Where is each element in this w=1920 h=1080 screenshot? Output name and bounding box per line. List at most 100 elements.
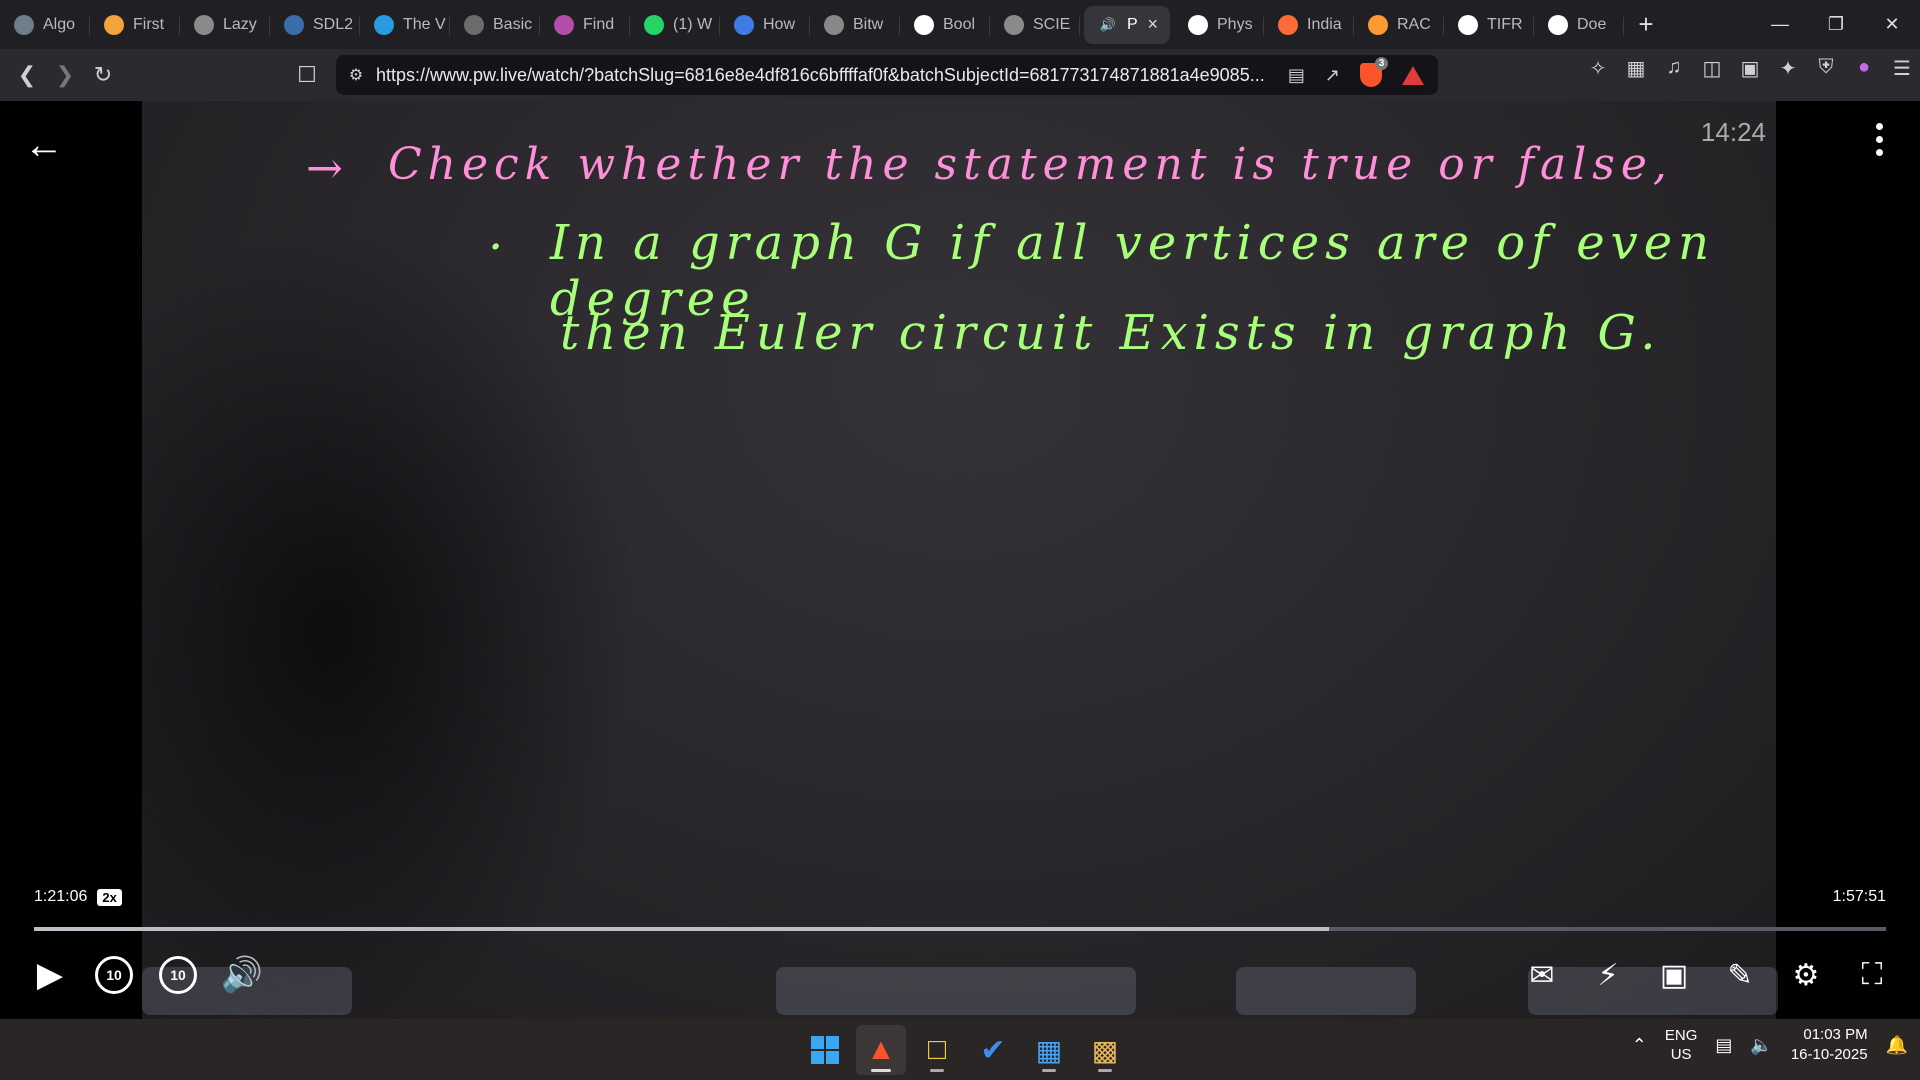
language-indicator[interactable]: ENG US bbox=[1665, 1026, 1698, 1064]
seek-bar[interactable] bbox=[34, 927, 1886, 931]
browser-tab[interactable]: Doe bbox=[1534, 6, 1624, 44]
taskbar: ▲ □ ✔ ▦ ▩ ⌃ ENG US ▤ 🔈 01:03 PM 16-10-20… bbox=[0, 1019, 1920, 1080]
tab-strip: Algo First Lazy SDL2 The V Basic Find (1) W How B… bbox=[0, 0, 1920, 49]
browser-tab[interactable]: How bbox=[720, 6, 810, 44]
taskbar-todo[interactable]: ✔ bbox=[968, 1025, 1018, 1075]
browser-tab[interactable]: First bbox=[90, 6, 180, 44]
forward-10-button[interactable]: 10 bbox=[146, 949, 210, 1001]
start-button[interactable] bbox=[800, 1025, 850, 1075]
board-line-3: then Euler circuit Exists in graph G. bbox=[560, 305, 1662, 361]
browser-tab[interactable]: India bbox=[1264, 6, 1354, 44]
extensions-icon[interactable]: ✧ bbox=[1586, 56, 1610, 81]
tab-separator bbox=[1623, 16, 1624, 35]
wallet-icon[interactable]: ▣ bbox=[1738, 56, 1762, 81]
back-icon[interactable]: ❮ bbox=[8, 56, 46, 94]
taskbar-apps: ▲ □ ✔ ▦ ▩ bbox=[800, 1025, 1130, 1075]
browser-tab[interactable]: Phys bbox=[1174, 6, 1264, 44]
tab-label: India bbox=[1307, 15, 1342, 33]
forward-icon[interactable]: ❯ bbox=[46, 56, 84, 94]
translate-icon[interactable]: ⚡ bbox=[1582, 949, 1634, 1001]
back-arrow-icon[interactable]: ← bbox=[24, 123, 64, 168]
browser-tab[interactable]: Find bbox=[540, 6, 630, 44]
reader-mode-icon[interactable]: ▦ bbox=[1624, 56, 1648, 81]
media-icon[interactable]: ♫ bbox=[1662, 56, 1686, 81]
volume-icon[interactable]: 🔊 bbox=[210, 949, 274, 1001]
cpp-icon bbox=[464, 14, 484, 35]
tab-label: How bbox=[763, 15, 796, 33]
vpn-icon[interactable]: ⛨ bbox=[1814, 56, 1838, 81]
notification-bell-icon[interactable]: 🔔 bbox=[1886, 1035, 1908, 1056]
brave-rewards-icon[interactable] bbox=[1402, 65, 1424, 85]
browser-tab[interactable]: Lazy bbox=[180, 6, 270, 44]
profile-icon[interactable]: ● bbox=[1852, 56, 1876, 81]
picture-in-picture-icon[interactable]: ▣ bbox=[1648, 949, 1700, 1001]
clock[interactable]: 01:03 PM 16-10-2025 bbox=[1791, 1025, 1868, 1065]
taskbar-paint[interactable]: ▦ bbox=[1024, 1025, 1074, 1075]
restore-icon[interactable]: ❐ bbox=[1808, 0, 1864, 49]
close-window-icon[interactable]: ✕ bbox=[1864, 0, 1920, 49]
browser-tab[interactable]: The V bbox=[360, 6, 450, 44]
speaker-icon[interactable]: 🔈 bbox=[1750, 1035, 1772, 1056]
browser-tab[interactable]: SDL2 bbox=[270, 6, 360, 44]
menu-icon[interactable]: ☰ bbox=[1890, 56, 1914, 81]
more-options-icon[interactable] bbox=[1876, 123, 1886, 156]
tab-label: Lazy bbox=[223, 15, 257, 33]
share-icon[interactable]: ↗ bbox=[1325, 65, 1340, 86]
video-player[interactable]: → Check whether the statement is true or… bbox=[0, 101, 1920, 1019]
site-settings-icon[interactable]: ⚙ bbox=[336, 65, 376, 85]
minimize-icon[interactable]: — bbox=[1752, 0, 1808, 49]
bookmark-icon[interactable]: ☐ bbox=[288, 56, 326, 94]
reload-icon[interactable]: ↻ bbox=[84, 56, 122, 94]
buffered-bar bbox=[34, 927, 1330, 931]
browser-tab[interactable]: SCIE bbox=[990, 6, 1080, 44]
play-icon[interactable]: ▶ bbox=[18, 949, 82, 1001]
tab-label: Bool bbox=[943, 15, 976, 33]
settings-icon[interactable]: ⚙ bbox=[1780, 949, 1832, 1001]
shield-count-badge: 3 bbox=[1375, 57, 1388, 70]
tab-label: Bitw bbox=[853, 15, 884, 33]
brave-shields-icon[interactable]: 3 bbox=[1360, 57, 1388, 87]
tab-label: First bbox=[133, 15, 165, 33]
new-tab-button[interactable]: + bbox=[1624, 6, 1668, 44]
tab-label: Doe bbox=[1577, 15, 1607, 33]
brave-icon: ▲ bbox=[866, 1033, 896, 1066]
cast-icon[interactable]: ▤ bbox=[1288, 65, 1305, 86]
bitcoin-icon bbox=[104, 14, 124, 35]
system-tray: ⌃ ENG US ▤ 🔈 01:03 PM 16-10-2025 🔔 bbox=[1632, 1025, 1908, 1065]
ghost-toolbar-right bbox=[1236, 967, 1416, 1015]
rewind-icon: 10 bbox=[95, 956, 133, 994]
browser-tab[interactable]: 🔊 P × bbox=[1084, 5, 1170, 44]
url-text[interactable]: https://www.pw.live/watch/?batchSlug=681… bbox=[376, 65, 1288, 86]
tab-label: Phys bbox=[1217, 15, 1253, 33]
taskbar-paint-app[interactable]: ▩ bbox=[1080, 1025, 1130, 1075]
rewind-10-button[interactable]: 10 bbox=[82, 949, 146, 1001]
browser-tab[interactable]: Basic bbox=[450, 6, 540, 44]
tab-label: Basic bbox=[493, 15, 533, 33]
taskbar-file-explorer[interactable]: □ bbox=[912, 1025, 962, 1075]
fullscreen-icon[interactable]: ⛶ bbox=[1846, 949, 1898, 1001]
browser-tab[interactable]: Algo bbox=[0, 6, 90, 44]
right-controls: ✉ ⚡ ▣ ✎ ⚙ ⛶ bbox=[1516, 949, 1898, 1001]
browser-tab[interactable]: (1) W bbox=[630, 6, 720, 44]
folder-icon: □ bbox=[927, 1033, 947, 1066]
address-bar[interactable]: ⚙ https://www.pw.live/watch/?batchSlug=6… bbox=[336, 55, 1438, 95]
close-tab-icon[interactable]: × bbox=[1147, 14, 1158, 35]
browser-tab[interactable]: Bool bbox=[900, 6, 990, 44]
network-icon[interactable]: ▤ bbox=[1715, 1035, 1732, 1056]
ortto-icon bbox=[824, 14, 844, 35]
total-time: 1:57:51 bbox=[1832, 888, 1886, 905]
sidebar-icon[interactable]: ◫ bbox=[1700, 56, 1724, 81]
notes-icon[interactable]: ✎ bbox=[1714, 949, 1766, 1001]
browser-tab[interactable]: TIFR bbox=[1444, 6, 1534, 44]
google-icon bbox=[1458, 14, 1478, 35]
browser-tab[interactable]: RAC bbox=[1354, 6, 1444, 44]
checkmark-icon: ✔ bbox=[980, 1033, 1006, 1067]
browser-tab[interactable]: Bitw bbox=[810, 6, 900, 44]
globe-icon bbox=[194, 14, 214, 35]
taskbar-brave[interactable]: ▲ bbox=[856, 1025, 906, 1075]
chevron-up-icon[interactable]: ⌃ bbox=[1632, 1035, 1647, 1056]
chat-icon[interactable]: ✉ bbox=[1516, 949, 1568, 1001]
leo-ai-icon[interactable]: ✦ bbox=[1776, 56, 1800, 81]
tab-label: SDL2 bbox=[313, 15, 354, 33]
speed-badge[interactable]: 2x bbox=[97, 888, 122, 906]
